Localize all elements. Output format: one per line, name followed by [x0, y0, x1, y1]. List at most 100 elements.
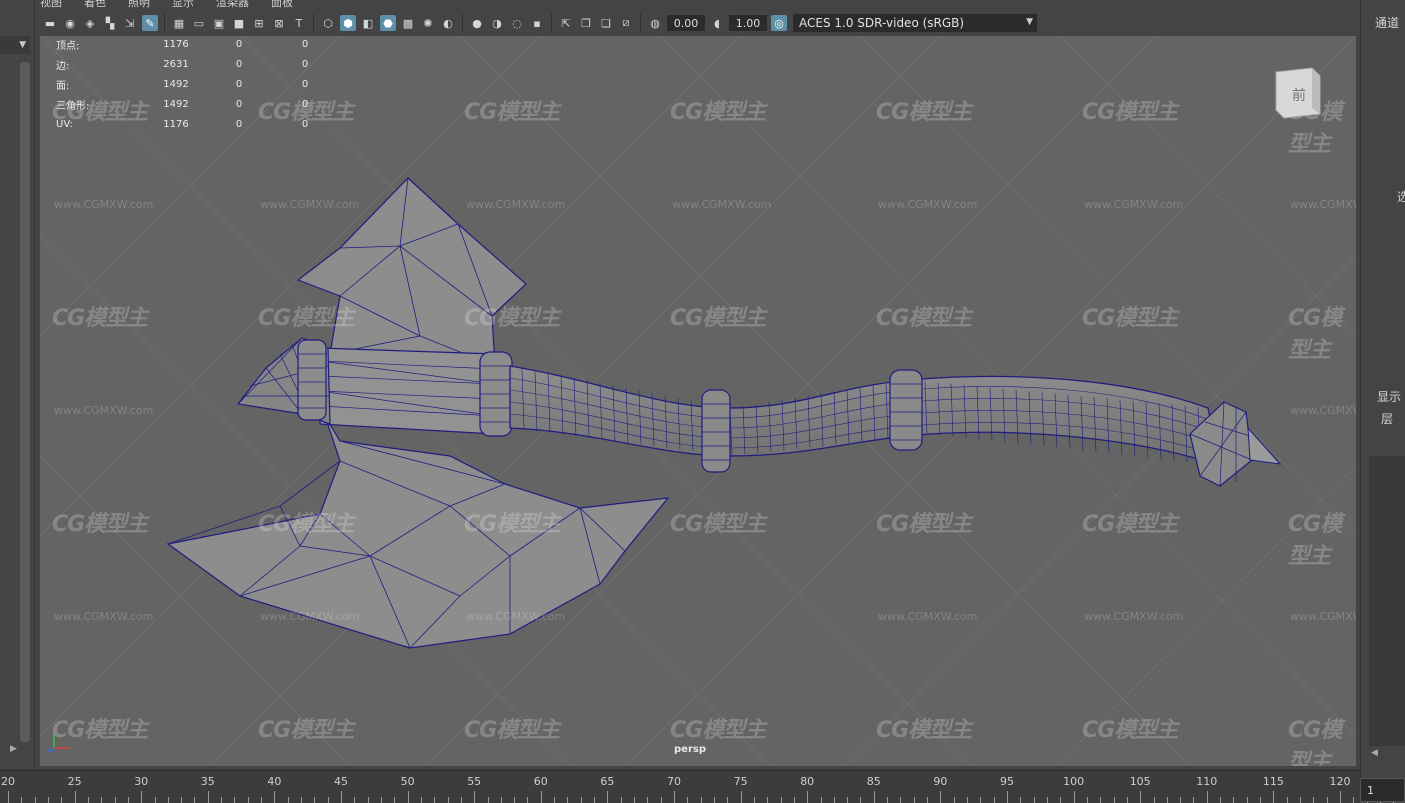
field-chart-icon[interactable]: ⊞: [251, 15, 267, 31]
timeline-tick: [1353, 797, 1355, 803]
left-scrollbar[interactable]: [20, 62, 30, 742]
camera-name-label: persp: [674, 744, 706, 755]
screen-space-ao-icon[interactable]: ●: [469, 15, 485, 31]
2d-pan-zoom-icon[interactable]: ⇲: [122, 15, 138, 31]
timeline-tick-label: 45: [334, 775, 348, 788]
timeline-tick: [767, 797, 769, 803]
timeline-tick: [1206, 791, 1208, 803]
resolution-gate-icon[interactable]: ▣: [211, 15, 227, 31]
xray-active-icon[interactable]: ❏: [598, 15, 614, 31]
menu-lighting[interactable]: 照明: [128, 0, 150, 9]
exposure-field[interactable]: 0.00: [667, 15, 705, 31]
channel-box-tab[interactable]: 通道: [1375, 14, 1399, 31]
isolate-select-icon[interactable]: ⇱: [558, 15, 574, 31]
watermark: CG模型主: [52, 306, 148, 331]
grid-icon[interactable]: ▦: [171, 15, 187, 31]
watermark: CG模型主: [1288, 306, 1342, 363]
anti-aliasing-icon[interactable]: ◌: [509, 15, 525, 31]
timeline-tick-label: 105: [1129, 775, 1151, 788]
xray-icon[interactable]: ❐: [578, 15, 594, 31]
timeline-tick: [514, 797, 516, 803]
axe-head-block: [319, 347, 496, 435]
use-all-lights-icon[interactable]: ✺: [420, 15, 436, 31]
left-panel-dropdown[interactable]: ▼: [0, 36, 30, 54]
current-frame-field[interactable]: 1: [1360, 778, 1405, 802]
shadows-icon[interactable]: ◐: [440, 15, 456, 31]
timeline-tick: [500, 797, 502, 803]
gamma-field[interactable]: 1.00: [729, 15, 767, 31]
view-cube[interactable]: 前: [1272, 64, 1324, 120]
exposure-icon[interactable]: ◍: [647, 15, 663, 31]
timeline-tick: [780, 797, 782, 803]
timeline-tick: [873, 791, 875, 803]
layer-list[interactable]: [1369, 456, 1405, 746]
watermark: CG模型主: [876, 306, 972, 331]
menu-renderer[interactable]: 渲染器: [216, 0, 249, 9]
wireframe-icon[interactable]: ⬡: [320, 15, 336, 31]
timeline-tick: [953, 797, 955, 803]
watermark: CG模型主: [670, 306, 766, 331]
grease-pencil-icon[interactable]: ✎: [142, 15, 158, 31]
timeline-tick: [580, 797, 582, 803]
timeline-tick: [34, 797, 36, 803]
menu-shading[interactable]: 着色: [84, 0, 106, 9]
menu-show[interactable]: 显示: [172, 0, 194, 9]
select-camera-icon[interactable]: ▬: [42, 15, 58, 31]
xray-joints-icon[interactable]: ⧄: [618, 15, 634, 31]
layer-display-tab[interactable]: 显示: [1377, 388, 1401, 405]
timeline-tick: [1060, 797, 1062, 803]
watermark-url: www.CGMXW.com: [466, 610, 566, 623]
timeline-tick: [247, 797, 249, 803]
hud-row-faces: 面: 1492 0 0: [56, 78, 309, 92]
watermark-url: www.CGMXW.com: [54, 198, 154, 211]
timeline-tick: [234, 797, 236, 803]
time-slider[interactable]: 20 25 30 35 40 45 50 55 60 65 70 75 80 85 90 95 100 105 11…: [0, 770, 1395, 803]
watermark: CG模型主: [1082, 718, 1178, 743]
motion-blur-icon[interactable]: ◑: [489, 15, 505, 31]
timeline-tick: [740, 791, 742, 803]
timeline-tick-label: 55: [467, 775, 482, 788]
3d-viewport[interactable]: CG模型主 CG模型主 CG模型主 CG模型主 CG模型主 CG模型主 CG模型…: [40, 36, 1356, 766]
watermark: CG模型主: [670, 100, 766, 125]
chevron-down-icon: ▼: [19, 40, 26, 50]
menu-panels[interactable]: 面板: [271, 0, 293, 9]
color-management-icon[interactable]: ◎: [771, 15, 787, 31]
gate-mask-icon[interactable]: ■: [231, 15, 247, 31]
watermark: CG模型主: [1082, 512, 1178, 537]
hud-row-triangles: 三角形: 1492 0 0: [56, 98, 309, 112]
bookmark-icon[interactable]: ◈: [82, 15, 98, 31]
film-gate-icon[interactable]: ▭: [191, 15, 207, 31]
timeline-tick-label: 90: [933, 775, 948, 788]
image-plane-icon[interactable]: ▚: [102, 15, 118, 31]
timeline-tick: [460, 797, 462, 803]
watermark-url: www.CGMXW.com: [260, 198, 360, 211]
timeline-tick-label: 100: [1063, 775, 1085, 788]
menu-view[interactable]: 视图: [40, 0, 62, 9]
poly-count-hud: 顶点: 1176 0 0 边: 2631 0 0 面: 1492 0 0 三角形…: [56, 36, 338, 134]
timeline-tick: [87, 797, 89, 803]
textured-icon[interactable]: ▩: [400, 15, 416, 31]
timeline-tick: [967, 797, 969, 803]
timeline-tick: [793, 797, 795, 803]
view-transform-dropdown[interactable]: ACES 1.0 SDR-video (sRGB) ▼: [793, 14, 1037, 32]
hud-row-edges: 边: 2631 0 0: [56, 58, 309, 72]
timeline-tick: [261, 797, 263, 803]
chevron-down-icon: ▼: [1026, 17, 1033, 27]
scroll-left-icon[interactable]: ◀: [1371, 748, 1378, 758]
depth-of-field-icon[interactable]: ▪: [529, 15, 545, 31]
timeline-tick: [354, 797, 356, 803]
timeline-tick: [207, 791, 209, 803]
safe-action-icon[interactable]: ⊠: [271, 15, 287, 31]
gamma-icon[interactable]: ◖: [709, 15, 725, 31]
smooth-shade-icon[interactable]: ⬢: [340, 15, 356, 31]
timeline-tick: [833, 797, 835, 803]
default-material-icon[interactable]: ◧: [360, 15, 376, 31]
scroll-down-icon[interactable]: ▶: [10, 744, 17, 754]
timeline-tick: [327, 797, 329, 803]
camera-attributes-icon[interactable]: ◉: [62, 15, 78, 31]
timeline-tick: [101, 797, 103, 803]
axe-model[interactable]: [40, 36, 1356, 766]
safe-title-icon[interactable]: T: [291, 15, 307, 31]
timeline-tick: [194, 797, 196, 803]
wireframe-on-shaded-icon[interactable]: ⬣: [380, 15, 396, 31]
